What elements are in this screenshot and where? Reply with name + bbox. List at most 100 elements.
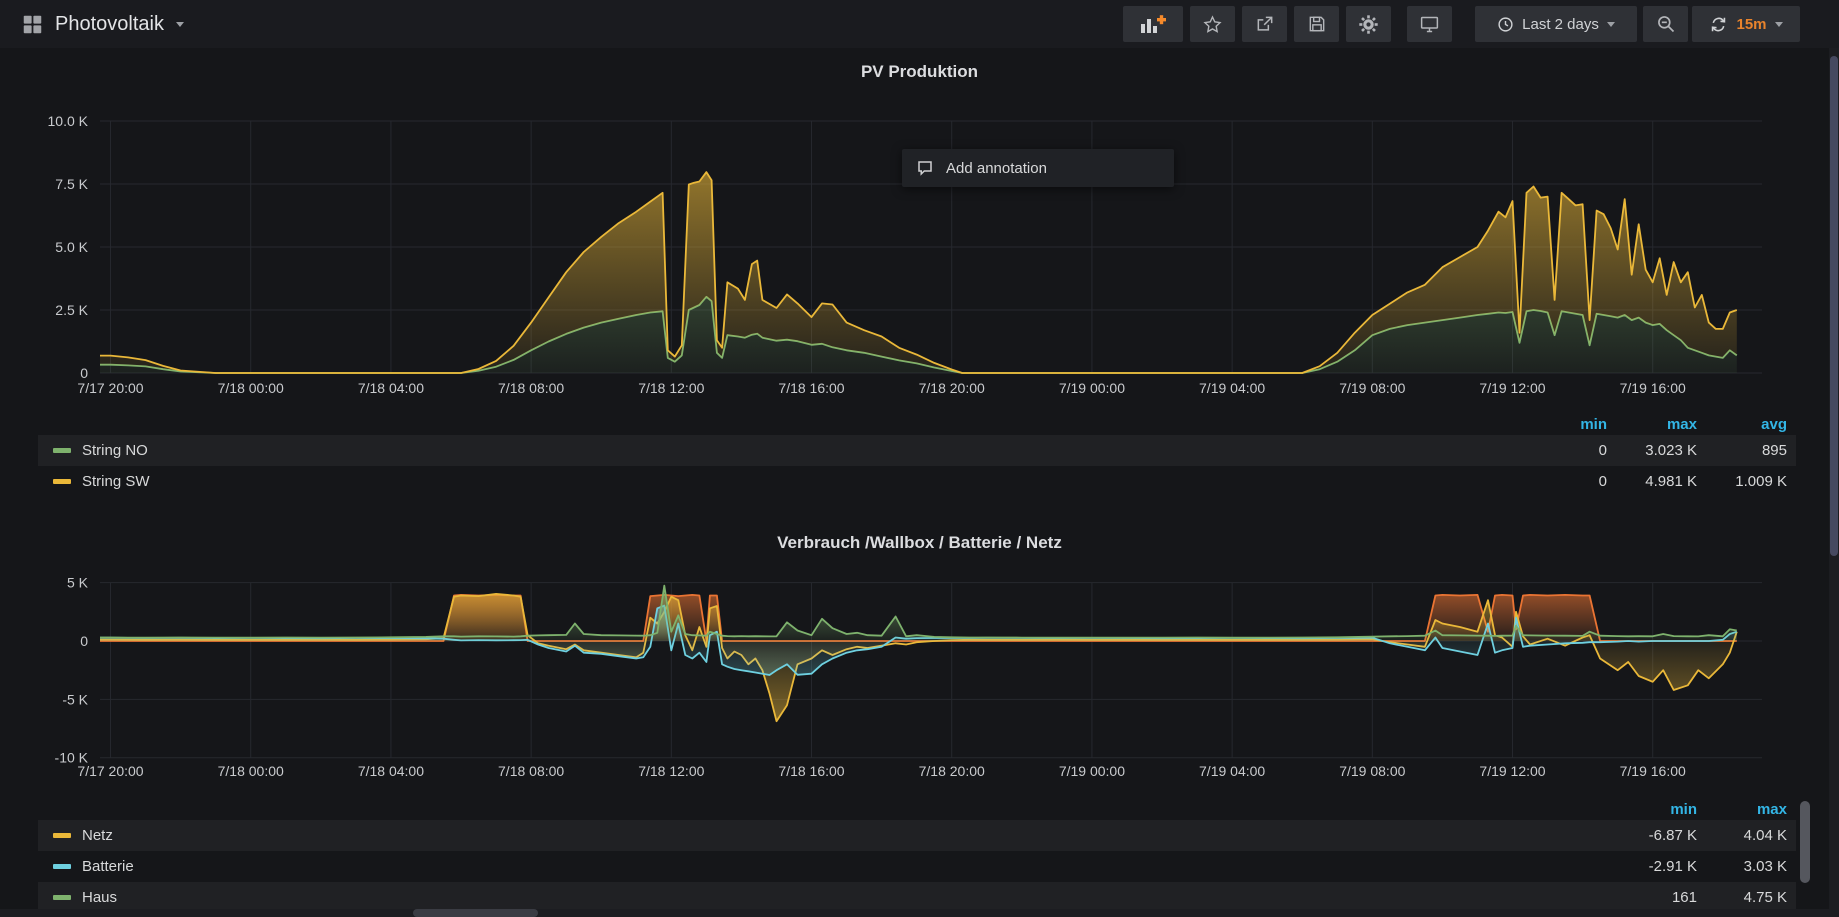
panel-title-verbrauch[interactable]: Verbrauch /Wallbox / Batterie / Netz [0, 533, 1839, 553]
star-dashboard-button[interactable] [1190, 6, 1235, 42]
chart-verbrauch[interactable]: 7/17 20:007/18 00:007/18 04:007/18 08:00… [0, 558, 1825, 798]
y-axis-tick-label: 2.5 K [55, 302, 88, 318]
dashboard-settings-button[interactable] [1346, 6, 1391, 42]
y-axis-tick-label: -5 K [62, 691, 88, 707]
time-range-picker[interactable]: Last 2 days [1475, 6, 1637, 42]
legend-min-value: -6.87 K [1607, 827, 1697, 844]
legend-row-batterie[interactable]: Batterie-2.91 K3.03 K [38, 851, 1796, 882]
caret-down-icon [176, 22, 184, 27]
settings-gear-icon [1358, 14, 1379, 35]
legend-min-value: 0 [1517, 442, 1607, 459]
horizontal-scrollbar-handle[interactable] [413, 909, 538, 917]
panel-title-pv-produktion[interactable]: PV Produktion [0, 62, 1839, 82]
x-axis-tick-label: 7/18 12:00 [638, 380, 704, 396]
legend-verbrauch: minmaxNetz-6.87 K4.04 KBatterie-2.91 K3.… [38, 798, 1796, 913]
legend-min-value: -2.91 K [1607, 858, 1697, 875]
x-axis-tick-label: 7/18 00:00 [218, 763, 284, 779]
x-axis-tick-label: 7/18 08:00 [498, 763, 564, 779]
caret-down-icon [1775, 22, 1783, 27]
legend-row-netz[interactable]: Netz-6.87 K4.04 K [38, 820, 1796, 851]
series-name[interactable]: Batterie [82, 858, 1607, 875]
y-axis-tick-label: -10 K [55, 750, 89, 766]
x-axis-tick-label: 7/18 04:00 [358, 380, 424, 396]
series-name[interactable]: String SW [82, 473, 1517, 490]
y-axis-tick-label: 5 K [67, 575, 89, 591]
legend-row-string-no[interactable]: String NO03.023 K895 [38, 435, 1796, 466]
series-color-swatch[interactable] [53, 833, 71, 838]
series-line-netz [100, 594, 1737, 721]
save-dashboard-button[interactable] [1294, 6, 1339, 42]
legend-avg-value: 1.009 K [1697, 473, 1787, 490]
add-annotation-menu-item[interactable]: Add annotation [902, 149, 1174, 187]
series-color-swatch[interactable] [53, 448, 71, 453]
legend-column-min[interactable]: min [1607, 801, 1697, 818]
legend-header-row: minmax [38, 798, 1796, 820]
cycle-view-mode-button[interactable] [1407, 6, 1452, 42]
x-axis-tick-label: 7/19 08:00 [1339, 380, 1405, 396]
x-axis-tick-label: 7/18 20:00 [919, 763, 985, 779]
caret-down-icon [1607, 22, 1615, 27]
legend-column-min[interactable]: min [1517, 416, 1607, 433]
x-axis-tick-label: 7/19 00:00 [1059, 763, 1125, 779]
refresh-picker[interactable]: 15m [1692, 6, 1800, 42]
series-name[interactable]: Netz [82, 827, 1607, 844]
y-axis-tick-label: 0 [80, 633, 88, 649]
legend-header-row: minmaxavg [38, 413, 1796, 435]
legend-max-value: 4.981 K [1607, 473, 1697, 490]
dashboard-title-dropdown[interactable]: Photovoltaik [22, 0, 184, 48]
share-dashboard-button[interactable] [1242, 6, 1287, 42]
y-axis-tick-label: 0 [80, 365, 88, 381]
legend-avg-value: 895 [1697, 442, 1787, 459]
chart-pv-produktion[interactable]: 7/17 20:00 7/18 00:00 7/18 04:00 7/18 08:00… [0, 85, 1825, 415]
legend-column-avg[interactable]: avg [1697, 416, 1787, 433]
dashboard-title: Photovoltaik [55, 13, 164, 36]
clock-icon [1497, 16, 1514, 33]
legend-min-value: 161 [1607, 889, 1697, 906]
legend-column-max[interactable]: max [1697, 801, 1787, 818]
x-axis-tick-label: 7/19 08:00 [1339, 763, 1405, 779]
legend-max-value: 4.04 K [1697, 827, 1787, 844]
add-panel-button[interactable] [1123, 6, 1183, 42]
legend-min-value: 0 [1517, 473, 1607, 490]
legend-max-value: 3.023 K [1607, 442, 1697, 459]
x-axis-tick-label: 7/18 08:00 [498, 380, 564, 396]
x-axis-tick-label: 7/18 04:00 [358, 763, 424, 779]
x-axis-tick-label: 7/18 00:00 [218, 380, 284, 396]
save-icon [1307, 14, 1327, 34]
horizontal-scrollbar-track[interactable] [0, 909, 1830, 917]
refresh-interval-label: 15m [1736, 16, 1766, 33]
star-icon [1202, 14, 1223, 35]
cycle-view-monitor-icon [1419, 14, 1440, 35]
top-navbar: Photovoltaik [0, 0, 1839, 48]
time-range-label: Last 2 days [1522, 16, 1599, 33]
x-axis-tick-label: 7/17 20:00 [77, 380, 143, 396]
x-axis-tick-label: 7/19 16:00 [1620, 763, 1686, 779]
series-name[interactable]: Haus [82, 889, 1607, 906]
x-axis-tick-label: 7/19 00:00 [1059, 380, 1125, 396]
zoom-out-time-button[interactable] [1643, 6, 1688, 42]
series-color-swatch[interactable] [53, 895, 71, 900]
x-axis-tick-label: 7/18 20:00 [919, 380, 985, 396]
x-axis-tick-label: 7/18 16:00 [778, 763, 844, 779]
comment-bubble-icon [916, 159, 934, 177]
zoom-out-icon [1656, 14, 1676, 34]
add-annotation-label: Add annotation [946, 160, 1047, 177]
legend-scrollbar-handle[interactable] [1800, 801, 1810, 883]
y-axis-tick-label: 10.0 K [48, 113, 89, 129]
series-color-swatch[interactable] [53, 479, 71, 484]
series-name[interactable]: String NO [82, 442, 1517, 459]
legend-row-string-sw[interactable]: String SW04.981 K1.009 K [38, 466, 1796, 497]
legend-max-value: 4.75 K [1697, 889, 1787, 906]
series-color-swatch[interactable] [53, 864, 71, 869]
x-axis-tick-label: 7/19 04:00 [1199, 763, 1265, 779]
y-axis-tick-label: 7.5 K [55, 176, 88, 192]
legend-max-value: 3.03 K [1697, 858, 1787, 875]
x-axis-tick-label: 7/19 12:00 [1479, 380, 1545, 396]
legend-column-max[interactable]: max [1607, 416, 1697, 433]
refresh-icon [1709, 15, 1728, 34]
page-scrollbar-handle[interactable] [1830, 56, 1838, 556]
y-axis-tick-label: 5.0 K [55, 239, 88, 255]
x-axis-tick-label: 7/19 12:00 [1479, 763, 1545, 779]
share-icon [1255, 14, 1275, 34]
dashboards-grid-icon [22, 14, 43, 35]
